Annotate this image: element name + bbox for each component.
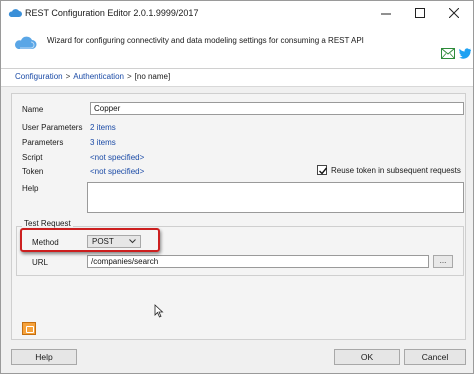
close-icon [449, 8, 459, 18]
help-label: Help [22, 184, 39, 193]
rest-config-editor-window: REST Configuration Editor 2.0.1.9999/201… [0, 0, 474, 374]
name-label: Name [22, 105, 44, 114]
checkmark-icon [319, 167, 328, 175]
user-parameters-link[interactable]: 2 items [90, 123, 116, 132]
script-label: Script [22, 153, 43, 162]
mouse-cursor-icon [154, 304, 164, 318]
title-bar: REST Configuration Editor 2.0.1.9999/201… [1, 1, 473, 25]
help-textarea[interactable] [87, 182, 464, 213]
wizard-description: Wizard for configuring connectivity and … [47, 36, 364, 45]
script-link[interactable]: <not specified> [90, 153, 144, 162]
cloud-app-icon [8, 9, 22, 17]
token-link[interactable]: <not specified> [90, 167, 144, 176]
breadcrumb-separator: > [65, 72, 71, 81]
breadcrumb-separator: > [126, 72, 132, 81]
cloud-icon [14, 36, 37, 49]
name-input[interactable]: Copper [90, 102, 464, 115]
test-request-caption: Test Request [22, 219, 73, 228]
window-title: REST Configuration Editor 2.0.1.9999/201… [25, 8, 199, 18]
minimize-button[interactable] [369, 1, 403, 25]
maximize-button[interactable] [403, 1, 437, 25]
help-button[interactable]: Help [11, 349, 77, 365]
reuse-token-checkbox[interactable] [317, 165, 328, 175]
ok-button[interactable]: OK [334, 349, 400, 365]
url-input[interactable]: /companies/search [87, 255, 429, 268]
mail-icon[interactable] [441, 48, 455, 59]
token-label: Token [22, 167, 44, 176]
parameters-label: Parameters [22, 138, 64, 147]
minimize-icon [381, 13, 391, 15]
wizard-header: Wizard for configuring connectivity and … [1, 25, 473, 69]
user-parameters-label: User Parameters [22, 123, 83, 132]
maximize-icon [415, 8, 425, 18]
postman-import-icon[interactable] [22, 322, 36, 335]
url-browse-button[interactable]: ... [433, 255, 453, 268]
reuse-token-label: Reuse token in subsequent requests [331, 166, 461, 175]
authentication-panel: Name Copper User Parameters 2 items Para… [11, 93, 466, 340]
breadcrumb-bar: Configuration > Authentication > [no name] [1, 69, 473, 87]
breadcrumb-current: [no name] [134, 72, 171, 81]
method-highlight-annotation [20, 228, 160, 252]
twitter-icon[interactable] [459, 48, 471, 59]
breadcrumb-authentication[interactable]: Authentication [73, 72, 124, 81]
url-label: URL [32, 258, 49, 267]
cancel-button[interactable]: Cancel [404, 349, 466, 365]
parameters-link[interactable]: 3 items [90, 138, 116, 147]
close-button[interactable] [437, 1, 471, 25]
breadcrumb-configuration[interactable]: Configuration [15, 72, 63, 81]
breadcrumb: Configuration > Authentication > [no name] [15, 72, 170, 81]
